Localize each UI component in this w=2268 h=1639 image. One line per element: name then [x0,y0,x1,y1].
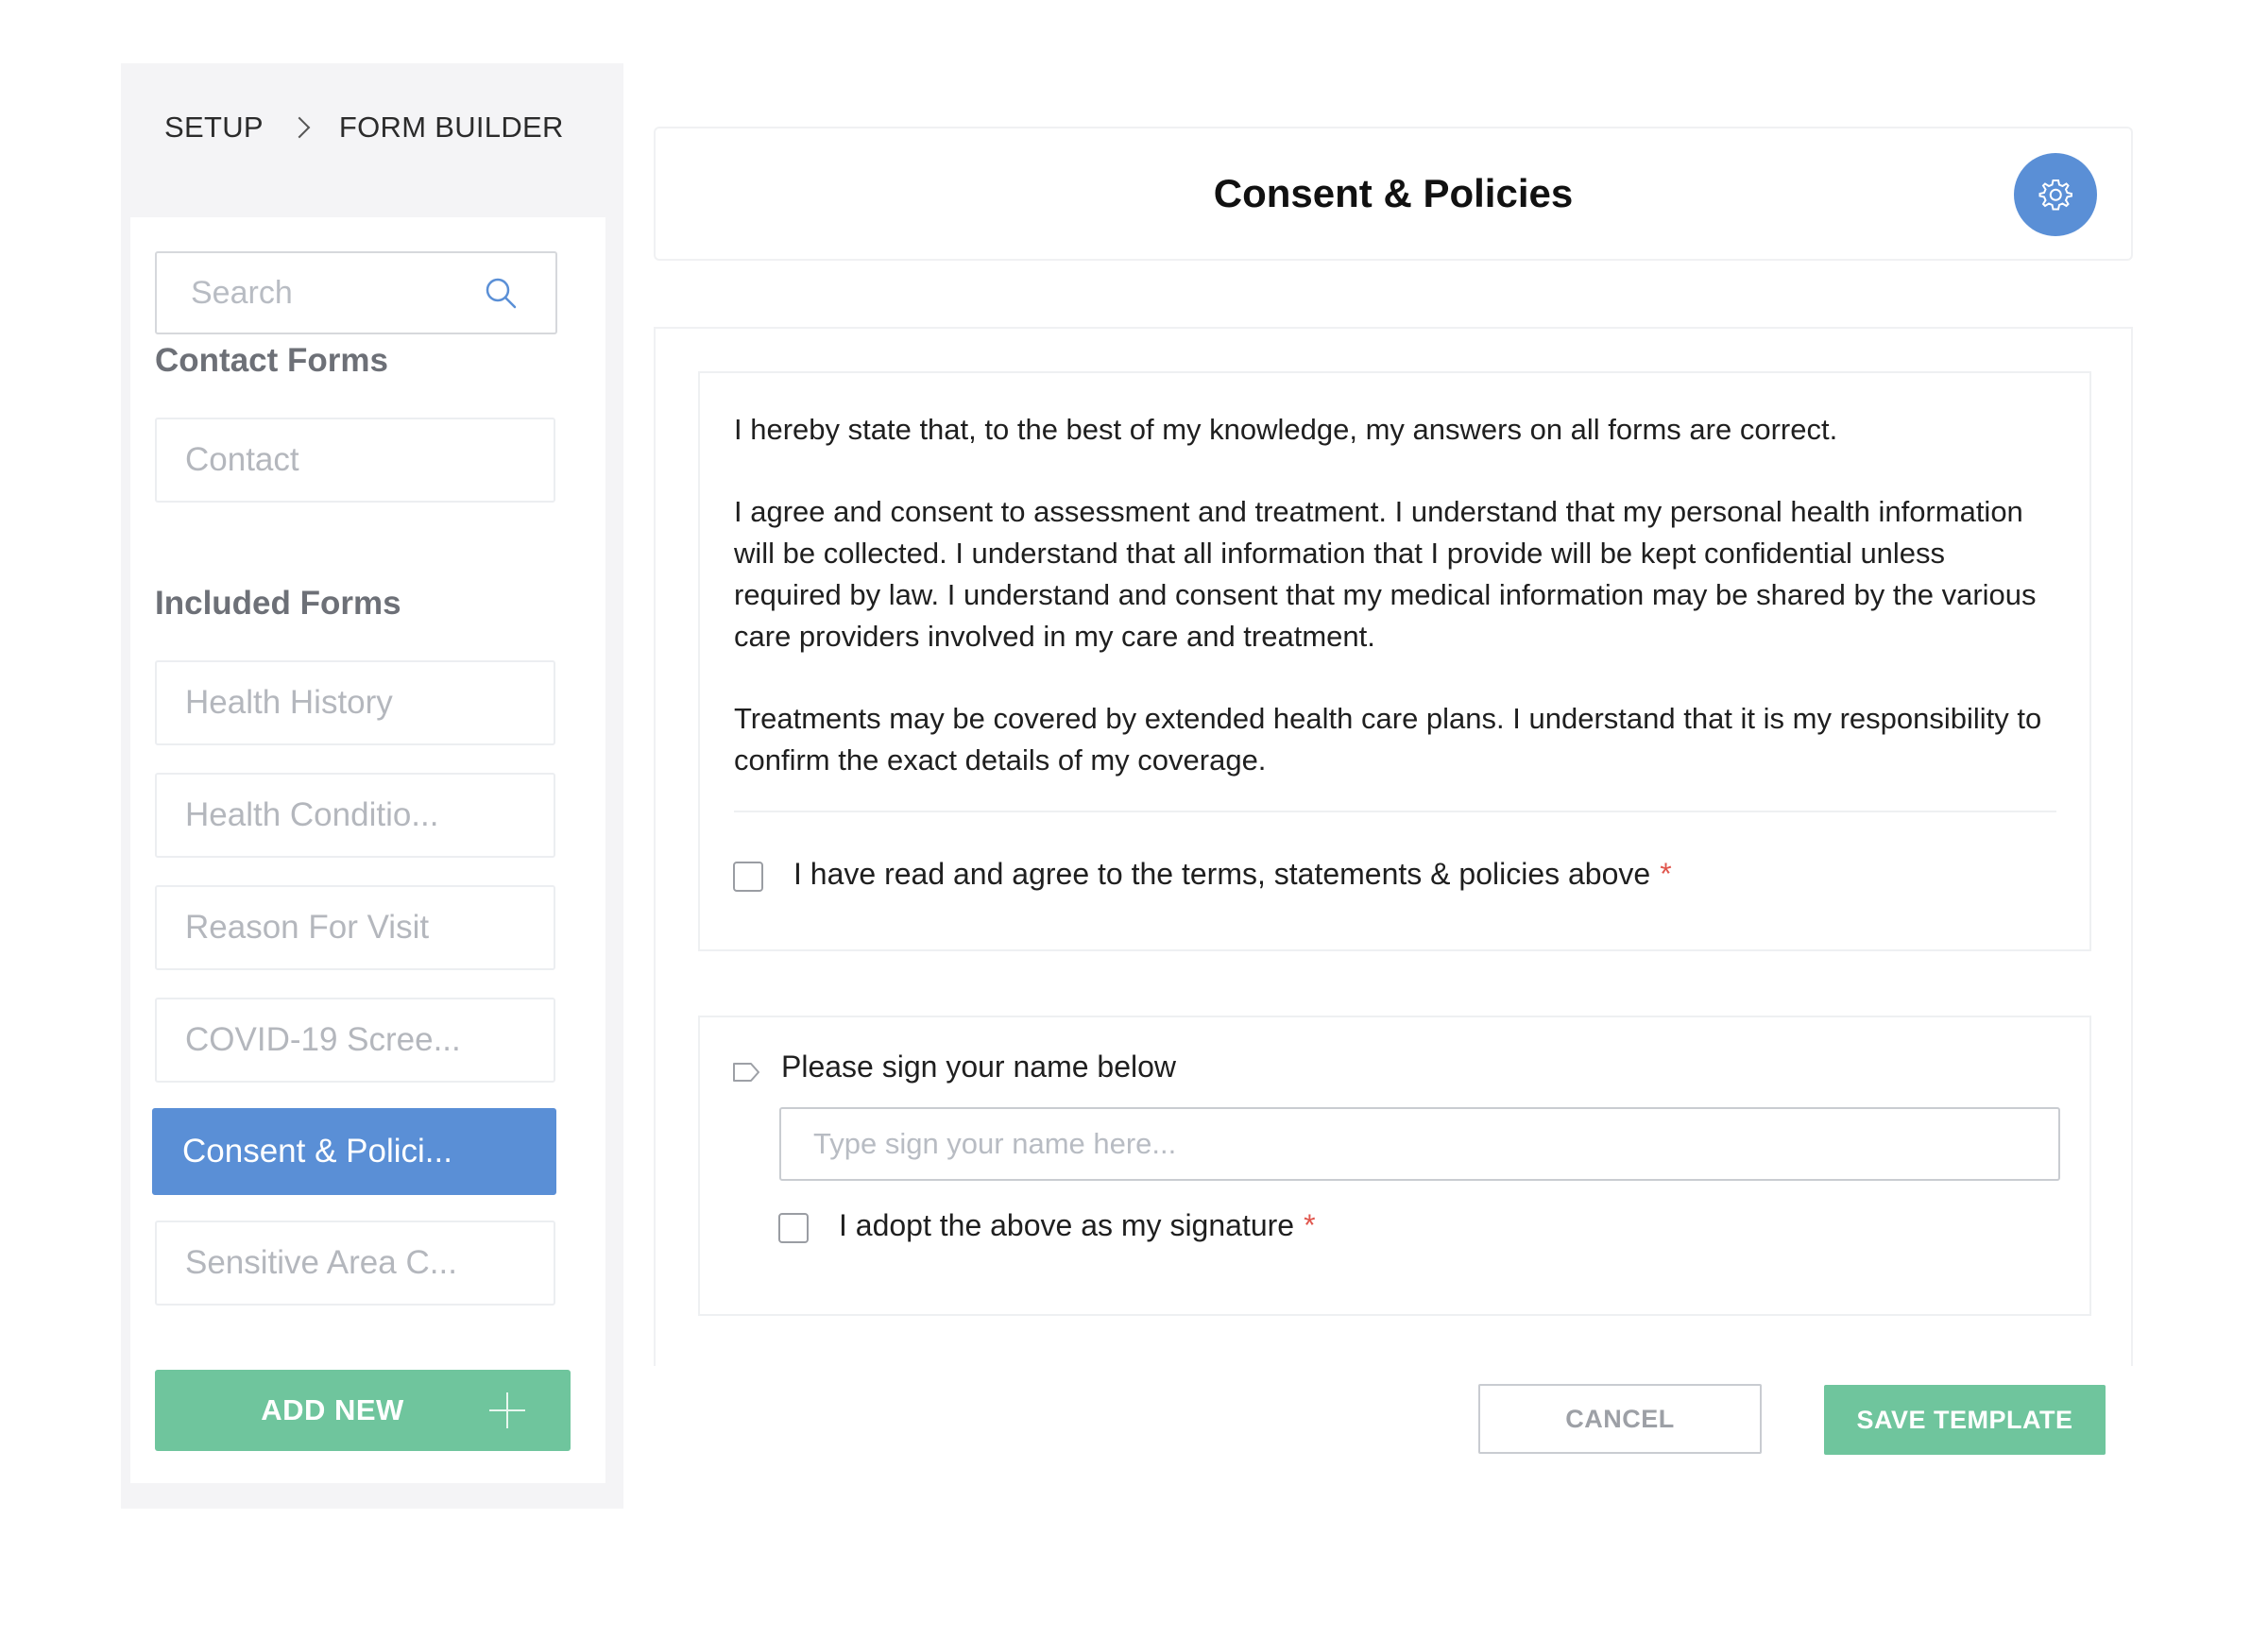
consent-paragraph-1: I hereby state that, to the best of my k… [734,413,1838,446]
sidebar-item-consent-policies[interactable]: Consent & Polici... [152,1108,556,1195]
forms-panel: Contact Forms Contact Included Forms Hea… [130,217,605,1483]
search-box[interactable] [155,251,557,334]
sidebar-item-label: Reason For Visit [185,909,430,946]
adopt-signature-label: I adopt the above as my signature * [839,1208,1316,1243]
consent-paragraph-3: Treatments may be covered by extended he… [734,702,2042,777]
breadcrumb: SETUP FORM BUILDER [164,109,564,146]
sidebar-item-label: Sensitive Area C... [185,1244,457,1281]
adopt-signature-label-text: I adopt the above as my signature [839,1208,1295,1242]
cancel-label: CANCEL [1565,1404,1675,1433]
sidebar-item-covid-19-screening[interactable]: COVID-19 Scree... [155,998,555,1083]
sidebar-item-label: Health Conditio... [185,796,439,833]
sidebar-item-label: Consent & Polici... [182,1133,452,1169]
search-icon[interactable] [484,276,518,310]
contact-forms-heading: Contact Forms [155,342,388,379]
form-body: I hereby state that, to the best of my k… [654,327,2133,1366]
required-marker: * [1660,857,1672,891]
add-new-label: ADD NEW [261,1393,404,1426]
included-forms-heading: Included Forms [155,585,401,622]
sidebar-item-label: Health History [185,684,393,721]
gear-icon [2038,179,2072,211]
sidebar-item-contact[interactable]: Contact [155,418,555,503]
breadcrumb-setup[interactable]: SETUP [164,111,264,145]
sidebar: SETUP FORM BUILDER Contact Forms Contact… [121,63,623,1509]
sidebar-item-label: COVID-19 Scree... [185,1021,461,1058]
breadcrumb-form-builder[interactable]: FORM BUILDER [339,111,564,145]
agree-checkbox[interactable] [733,862,763,892]
sidebar-item-label: Contact [185,441,299,478]
agree-label: I have read and agree to the terms, stat… [793,857,1672,892]
search-input[interactable] [157,253,478,333]
sidebar-item-health-conditions[interactable]: Health Conditio... [155,773,555,858]
sidebar-item-sensitive-area[interactable]: Sensitive Area C... [155,1221,555,1306]
save-template-button[interactable]: SAVE TEMPLATE [1824,1385,2106,1455]
signature-label: Please sign your name below [781,1050,1177,1084]
consent-paragraph-2: I agree and consent to assessment and tr… [734,495,2037,653]
agree-label-text: I have read and agree to the terms, stat… [793,857,1651,891]
required-marker: * [1304,1208,1316,1242]
plus-icon [489,1392,525,1428]
adopt-signature-checkbox[interactable] [778,1213,809,1243]
signature-box: Please sign your name below I adopt the … [698,1016,2091,1316]
save-template-label: SAVE TEMPLATE [1856,1405,2073,1434]
signature-input[interactable] [779,1107,2060,1181]
chevron-right-icon [288,116,311,139]
page-title: Consent & Policies [1213,171,1574,215]
tag-icon [733,1063,759,1082]
consent-statement-box: I hereby state that, to the best of my k… [698,371,2091,951]
sidebar-item-reason-for-visit[interactable]: Reason For Visit [155,885,555,970]
cancel-button[interactable]: CANCEL [1478,1384,1762,1454]
sidebar-item-health-history[interactable]: Health History [155,660,555,745]
add-new-button[interactable]: ADD NEW [155,1370,571,1451]
form-header: Consent & Policies [654,127,2133,261]
settings-button[interactable] [2014,153,2097,236]
divider [734,811,2056,812]
